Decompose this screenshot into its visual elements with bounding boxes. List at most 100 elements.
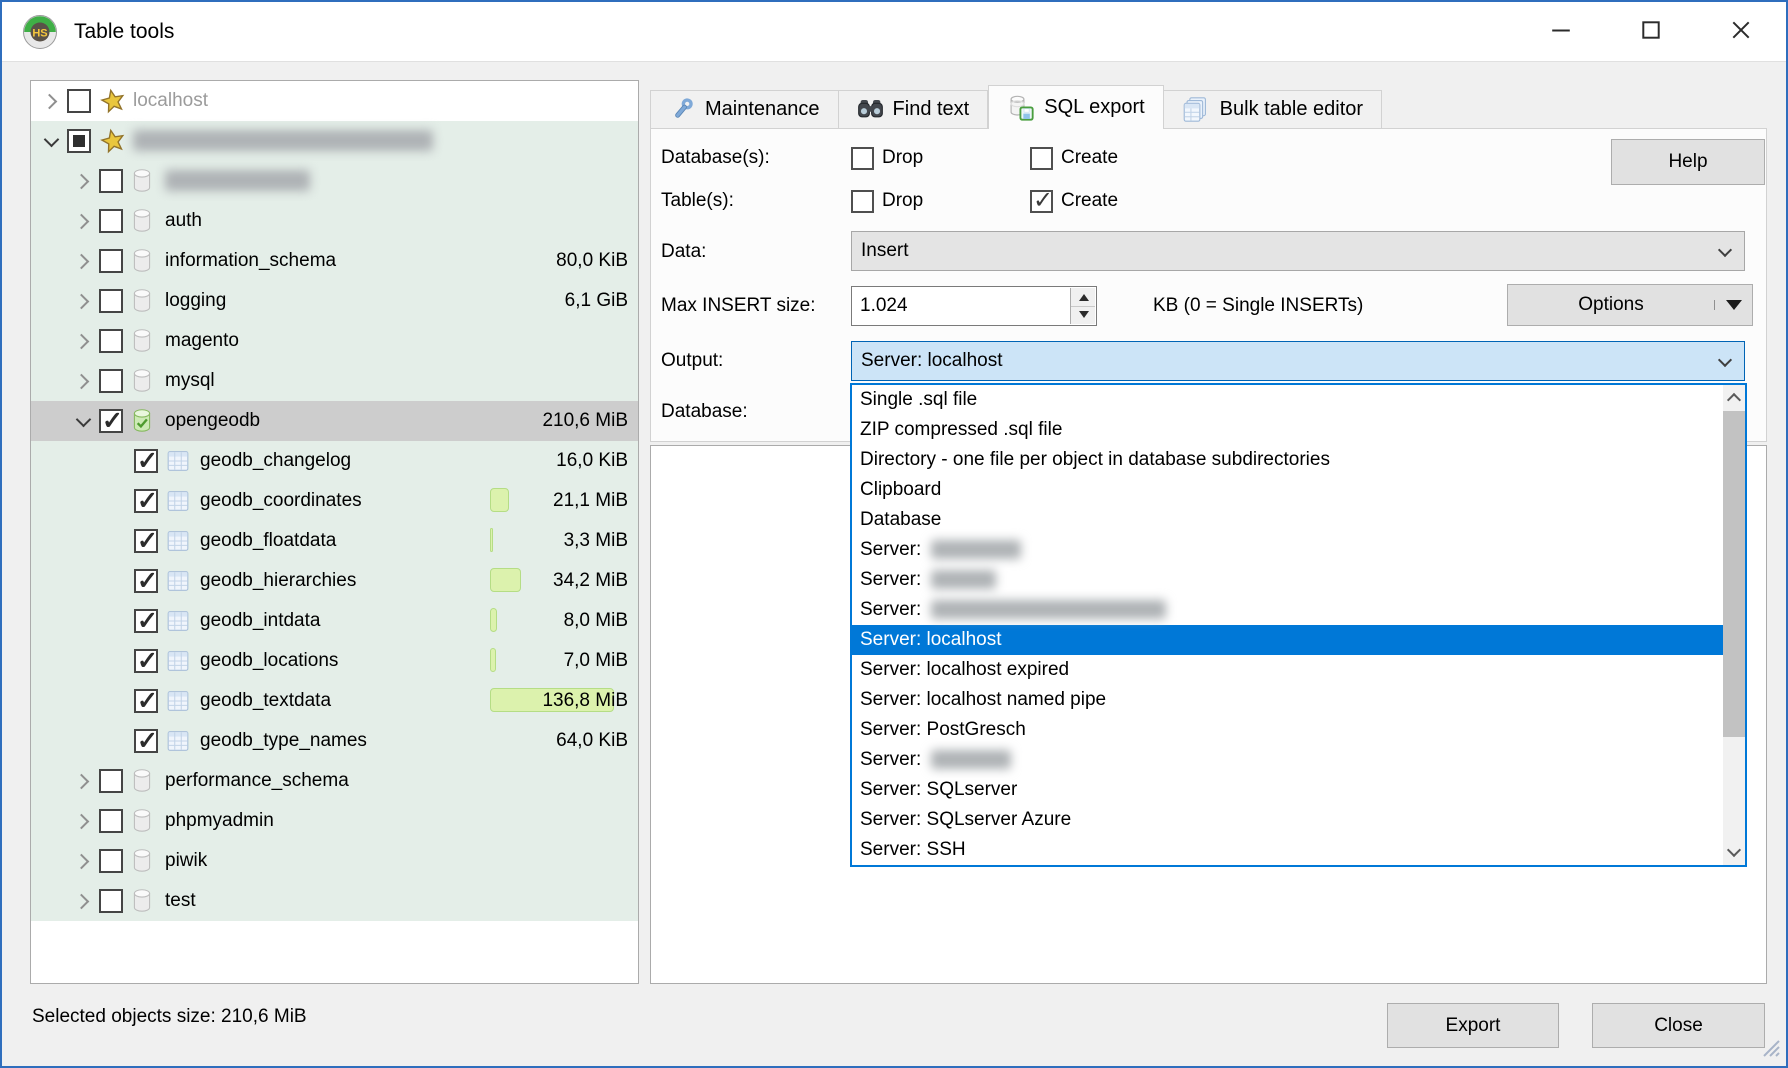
tree-row[interactable]: geodb_type_names 64,0 KiB [31, 721, 638, 761]
dropdown-item[interactable]: Server: SQLserver [852, 775, 1723, 805]
expand-arrow-icon[interactable] [71, 176, 95, 187]
tree-row[interactable]: geodb_textdata 136,8 MiB [31, 681, 638, 721]
expand-arrow-icon[interactable] [71, 336, 95, 347]
help-button[interactable]: Help [1611, 139, 1765, 185]
tables-create-checkbox[interactable] [1030, 190, 1053, 213]
tree-checkbox[interactable] [67, 89, 91, 113]
tree-checkbox[interactable] [134, 449, 158, 473]
tables-drop-option[interactable]: Drop [851, 186, 923, 216]
expand-arrow-icon[interactable] [71, 418, 95, 425]
minimize-button[interactable] [1516, 2, 1606, 60]
close-button[interactable] [1696, 2, 1786, 60]
dropdown-item[interactable]: Server: [852, 595, 1723, 625]
tree-checkbox[interactable] [67, 129, 91, 153]
tree-checkbox[interactable] [99, 369, 123, 393]
scroll-down-icon[interactable] [1723, 839, 1745, 865]
tab-bulk-table-editor[interactable]: Bulk table editor [1164, 90, 1382, 129]
tree-row[interactable]: geodb_intdata 8,0 MiB [31, 601, 638, 641]
dropdown-item[interactable]: Server: [852, 535, 1723, 565]
dropdown-scrollbar[interactable] [1723, 385, 1745, 865]
data-combobox[interactable]: Insert [851, 231, 1745, 271]
tree-checkbox[interactable] [99, 889, 123, 913]
tree-row[interactable]: phpmyadmin [31, 801, 638, 841]
tab-find-text[interactable]: Find text [839, 90, 989, 129]
tree-checkbox[interactable] [99, 769, 123, 793]
tree-row[interactable]: geodb_changelog 16,0 KiB [31, 441, 638, 481]
export-button[interactable]: Export [1387, 1003, 1559, 1048]
max-insert-size-input[interactable]: 1.024 [851, 286, 1097, 326]
scrollbar-thumb[interactable] [1723, 411, 1745, 737]
expand-arrow-icon[interactable] [39, 138, 63, 145]
tree-row[interactable]: performance_schema [31, 761, 638, 801]
tree-row[interactable] [31, 161, 638, 201]
expand-arrow-icon[interactable] [71, 256, 95, 267]
options-button[interactable]: Options [1508, 294, 1714, 316]
tree-row[interactable]: mysql [31, 361, 638, 401]
options-split-button[interactable]: Options [1507, 284, 1753, 326]
expand-arrow-icon[interactable] [71, 816, 95, 827]
expand-arrow-icon[interactable] [71, 896, 95, 907]
tables-drop-checkbox[interactable] [851, 190, 874, 213]
tree-row[interactable]: auth [31, 201, 638, 241]
tree-checkbox[interactable] [99, 809, 123, 833]
dropdown-item[interactable]: Server: localhost expired [852, 655, 1723, 685]
expand-arrow-icon[interactable] [71, 216, 95, 227]
expand-arrow-icon[interactable] [71, 776, 95, 787]
dropdown-item[interactable]: Clipboard [852, 475, 1723, 505]
tree-checkbox[interactable] [134, 729, 158, 753]
tables-create-option[interactable]: Create [1030, 186, 1118, 216]
output-combobox[interactable]: Server: localhost [851, 341, 1745, 381]
tree-checkbox[interactable] [134, 489, 158, 513]
database-object-tree[interactable]: localhost auth [30, 80, 639, 984]
tab-maintenance[interactable]: Maintenance [650, 90, 839, 129]
tree-checkbox[interactable] [134, 529, 158, 553]
tree-checkbox[interactable] [99, 409, 123, 433]
tab-sql-export[interactable]: SQL export [988, 85, 1163, 129]
expand-arrow-icon[interactable] [71, 856, 95, 867]
expand-arrow-icon[interactable] [39, 96, 63, 107]
tree-row[interactable]: geodb_hierarchies 34,2 MiB [31, 561, 638, 601]
tree-checkbox[interactable] [99, 249, 123, 273]
databases-create-option[interactable]: Create [1030, 143, 1118, 173]
spin-up-button[interactable] [1071, 288, 1095, 307]
close-button[interactable]: Close [1592, 1003, 1765, 1048]
dropdown-item[interactable]: Single .sql file [852, 385, 1723, 415]
databases-drop-checkbox[interactable] [851, 147, 874, 170]
dropdown-item[interactable]: Server: PostGresch [852, 715, 1723, 745]
tree-row[interactable]: test [31, 881, 638, 921]
tree-row[interactable]: geodb_coordinates 21,1 MiB [31, 481, 638, 521]
tree-checkbox[interactable] [99, 329, 123, 353]
options-dropdown-arrow-icon[interactable] [1714, 300, 1752, 310]
dropdown-item[interactable]: Database [852, 505, 1723, 535]
scroll-up-icon[interactable] [1723, 385, 1745, 411]
dropdown-item[interactable]: Directory - one file per object in datab… [852, 445, 1723, 475]
tree-checkbox[interactable] [99, 209, 123, 233]
tree-checkbox[interactable] [134, 649, 158, 673]
tree-checkbox[interactable] [134, 609, 158, 633]
dropdown-item[interactable]: Server: [852, 745, 1723, 775]
dropdown-item[interactable]: Server: [852, 565, 1723, 595]
tree-checkbox[interactable] [134, 569, 158, 593]
dropdown-item[interactable]: Server: localhost named pipe [852, 685, 1723, 715]
tree-row[interactable] [31, 121, 638, 161]
tree-checkbox[interactable] [134, 689, 158, 713]
databases-create-checkbox[interactable] [1030, 147, 1053, 170]
tree-checkbox[interactable] [99, 849, 123, 873]
tree-row[interactable]: magento [31, 321, 638, 361]
tree-checkbox[interactable] [99, 169, 123, 193]
maximize-button[interactable] [1606, 2, 1696, 60]
expand-arrow-icon[interactable] [71, 376, 95, 387]
tree-row[interactable]: geodb_floatdata 3,3 MiB [31, 521, 638, 561]
dropdown-item[interactable]: Server: SQLserver Azure [852, 805, 1723, 835]
tree-row[interactable]: information_schema 80,0 KiB [31, 241, 638, 281]
databases-drop-option[interactable]: Drop [851, 143, 923, 173]
tree-row[interactable]: piwik [31, 841, 638, 881]
resize-grip[interactable] [1758, 1035, 1780, 1062]
dropdown-item[interactable]: ZIP compressed .sql file [852, 415, 1723, 445]
tree-row[interactable]: logging 6,1 GiB [31, 281, 638, 321]
tree-row[interactable]: geodb_locations 7,0 MiB [31, 641, 638, 681]
dropdown-item[interactable]: Server: SSH [852, 835, 1723, 865]
tree-row[interactable]: opengeodb 210,6 MiB [31, 401, 638, 441]
expand-arrow-icon[interactable] [71, 296, 95, 307]
dropdown-item[interactable]: Server: localhost [852, 625, 1723, 655]
